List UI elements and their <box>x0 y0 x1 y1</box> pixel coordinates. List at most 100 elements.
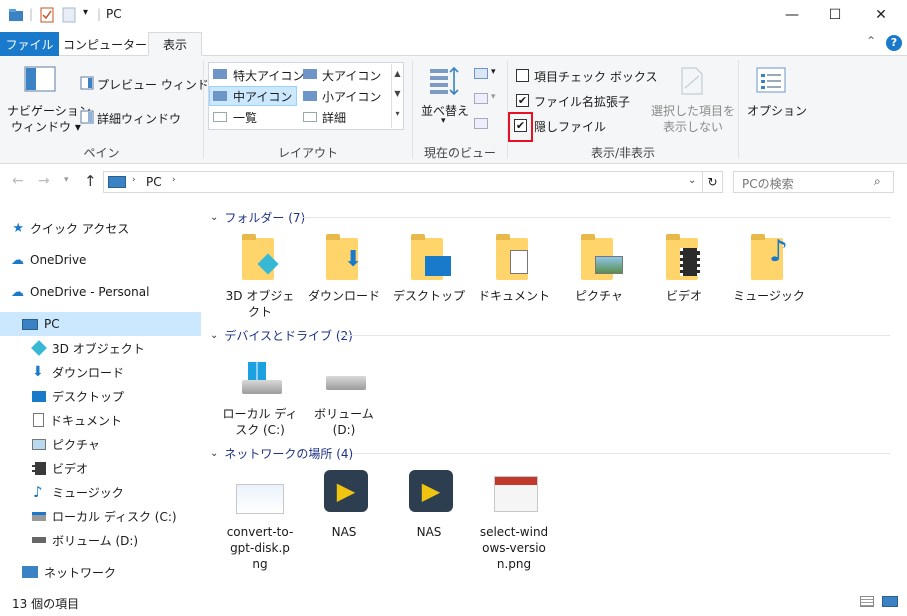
network-item-nas-1[interactable]: ▶ NAS <box>304 468 384 540</box>
nav-network[interactable]: ネットワーク <box>0 560 201 584</box>
new-folder-icon[interactable] <box>62 7 76 23</box>
hide-selected-items-label[interactable]: 選択した項目を <box>651 102 735 119</box>
nav-volume[interactable]: ボリューム (D:) <box>0 528 201 552</box>
customize-qat-icon[interactable]: ▾ <box>83 7 88 18</box>
sort-by-icon[interactable] <box>428 66 460 96</box>
preview-pane-icon <box>80 76 94 90</box>
tab-computer[interactable]: コンピューター <box>62 32 148 56</box>
group-by-dropdown-icon[interactable]: ▾ <box>491 67 496 77</box>
nav-videos[interactable]: ビデオ <box>0 456 201 480</box>
nav-pictures[interactable]: ピクチャ <box>0 432 201 456</box>
drive-label: ボリューム <box>314 407 374 421</box>
layout-list[interactable]: 一覧 <box>233 109 257 126</box>
collapse-ribbon-icon[interactable]: ⌃ <box>866 34 876 48</box>
drive-label: ローカル ディ <box>222 407 298 421</box>
hidden-items-label[interactable]: 隠しファイル <box>534 118 606 135</box>
folder-downloads[interactable]: ⬇ ダウンロード <box>304 232 384 304</box>
nav-documents[interactable]: ドキュメント <box>0 408 201 432</box>
nav-downloads[interactable]: ⬇ ダウンロード <box>0 360 201 384</box>
add-columns-dropdown-icon[interactable]: ▾ <box>491 92 496 102</box>
section-network-header[interactable]: ⌄ ネットワークの場所 (4) <box>210 445 353 462</box>
ribbon: ナビゲーション ウィンドウ ▾ プレビュー ウィンドウ 詳細ウィンドウ ペイン … <box>0 56 907 164</box>
large-icons-view-icon[interactable] <box>882 596 898 607</box>
network-item-convert[interactable]: convert-to- gpt-disk.p ng <box>220 468 300 572</box>
folder-music[interactable]: ♪ ミュージック <box>729 232 809 304</box>
folder-documents[interactable]: ドキュメント <box>474 232 554 304</box>
tab-file[interactable]: ファイル <box>0 32 59 56</box>
layout-medium-icons[interactable]: 中アイコン <box>233 88 292 105</box>
forward-arrow-icon[interactable]: → <box>38 173 50 189</box>
folder-3d-objects[interactable]: 3D オブジェ クト <box>220 232 300 320</box>
folder-pictures[interactable]: ピクチャ <box>559 232 639 304</box>
network-item-select-windows[interactable]: select-wind ows-versio n.png <box>474 468 554 572</box>
layout-extra-large-icons[interactable]: 特大アイコン <box>233 67 304 84</box>
hide-selected-items-label-2[interactable]: 表示しない <box>663 118 723 135</box>
folder-desktop[interactable]: デスクトップ <box>389 232 469 304</box>
section-folders-header[interactable]: ⌄ フォルダー (7) <box>210 209 305 226</box>
hidden-items-checkbox[interactable]: ✔ <box>514 119 527 132</box>
file-extensions-checkbox[interactable]: ✔ <box>516 94 529 107</box>
sort-dropdown-icon[interactable]: ▾ <box>441 116 446 126</box>
search-input[interactable]: PCの検索 ⌕ <box>733 171 894 193</box>
breadcrumb-chevron-icon[interactable]: › <box>132 175 136 185</box>
back-arrow-icon[interactable]: ← <box>12 173 24 189</box>
nav-pc[interactable]: PC <box>0 312 201 336</box>
film-icon <box>32 461 46 475</box>
breadcrumb-pc[interactable]: PC <box>146 175 162 189</box>
chevron-down-icon: ⌄ <box>210 212 219 223</box>
address-box[interactable]: › PC › ⌄ <box>103 171 703 193</box>
nav-3d-objects[interactable]: 3D オブジェクト <box>0 336 201 360</box>
add-columns-icon[interactable] <box>474 93 488 104</box>
group-label-layout: レイアウト <box>277 146 338 160</box>
item-checkboxes-label[interactable]: 項目チェック ボックス <box>534 68 657 85</box>
folder-label: ビデオ <box>665 289 702 303</box>
tab-view[interactable]: 表示 <box>148 32 202 56</box>
search-icon[interactable]: ⌕ <box>874 174 881 189</box>
nav-onedrive[interactable]: ☁ OneDrive <box>0 248 201 272</box>
folder-videos[interactable]: ビデオ <box>644 232 724 304</box>
up-arrow-icon[interactable]: ↑ <box>84 172 97 190</box>
options-icon[interactable] <box>756 66 786 94</box>
nav-quick-access[interactable]: ★ クイック アクセス <box>0 216 201 240</box>
small-icons-icon <box>303 91 317 101</box>
size-columns-icon[interactable] <box>474 118 488 129</box>
close-button[interactable]: ✕ <box>858 0 904 30</box>
help-icon[interactable]: ? <box>886 35 902 51</box>
details-view-icon[interactable] <box>860 596 874 607</box>
nav-local-disk[interactable]: ローカル ディスク (C:) <box>0 504 201 528</box>
nav-desktop[interactable]: デスクトップ <box>0 384 201 408</box>
item-checkboxes-checkbox[interactable] <box>516 69 529 82</box>
star-icon: ★ <box>12 220 24 236</box>
options-button[interactable]: オプション <box>747 102 807 119</box>
recent-locations-icon[interactable]: ▾ <box>64 175 69 185</box>
section-divider <box>300 217 890 218</box>
navigation-pane-icon[interactable] <box>24 66 56 92</box>
navigation-pane-label[interactable]: ナビゲーション <box>7 102 91 119</box>
details-pane-button[interactable]: 詳細ウィンドウ <box>97 110 181 127</box>
explorer-icon[interactable] <box>8 8 24 22</box>
file-extensions-label[interactable]: ファイル名拡張子 <box>534 93 630 110</box>
layout-details[interactable]: 詳細 <box>322 109 346 126</box>
properties-icon[interactable] <box>40 7 54 23</box>
breadcrumb-chevron-icon[interactable]: › <box>172 175 176 185</box>
nav-downloads-label: ダウンロード <box>52 365 125 380</box>
navigation-pane-label-2[interactable]: ウィンドウ ▾ <box>11 118 81 135</box>
section-drives-header[interactable]: ⌄ デバイスとドライブ (2) <box>210 327 353 344</box>
address-dropdown-icon[interactable]: ⌄ <box>688 175 696 186</box>
nav-music[interactable]: ♪ ミュージック <box>0 480 201 504</box>
layout-small-icons[interactable]: 小アイコン <box>322 88 381 105</box>
drive-d[interactable]: ボリューム (D:) <box>304 358 384 438</box>
network-item-nas-2[interactable]: ▶ NAS <box>389 468 469 540</box>
maximize-button[interactable]: ☐ <box>812 0 858 30</box>
drive-c[interactable]: ローカル ディ スク (C:) <box>220 358 300 438</box>
hide-selected-items-icon[interactable] <box>679 66 705 96</box>
refresh-icon[interactable]: ↻ <box>703 171 723 193</box>
minimize-button[interactable]: — <box>769 0 815 30</box>
group-by-icon[interactable] <box>474 68 488 79</box>
music-note-icon: ♪ <box>33 483 43 501</box>
cloud-icon: ☁ <box>11 284 24 300</box>
gallery-scroll-icon[interactable]: ▲ ▼ ▾ <box>391 64 403 128</box>
layout-large-icons[interactable]: 大アイコン <box>322 67 381 84</box>
pc-icon <box>22 318 38 330</box>
nav-onedrive-personal[interactable]: ☁ OneDrive - Personal <box>0 280 201 304</box>
